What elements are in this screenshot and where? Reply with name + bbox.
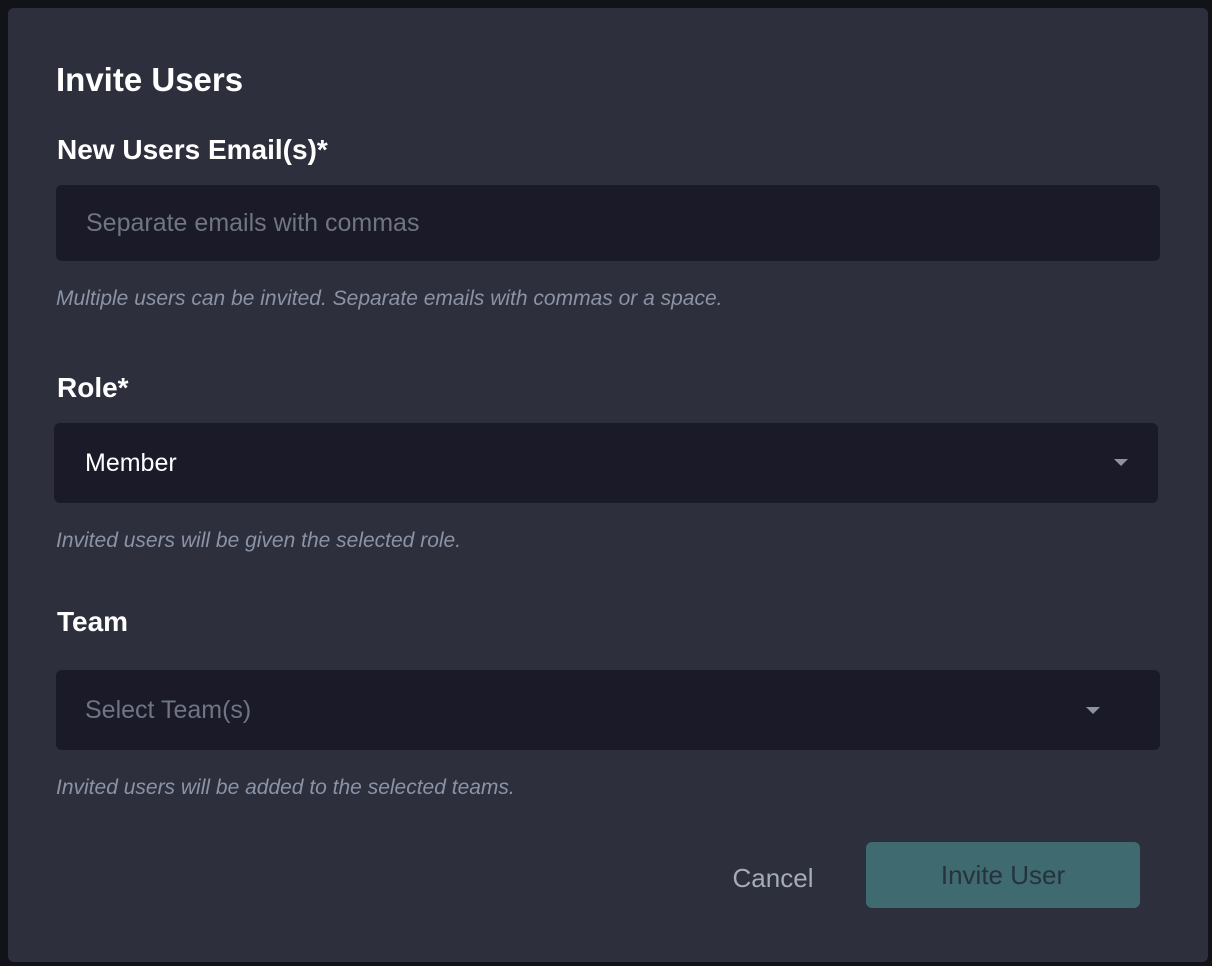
email-input[interactable]: Separate emails with commas <box>56 185 1160 261</box>
caret-down-icon <box>1086 707 1100 714</box>
team-select-placeholder: Select Team(s) <box>85 695 252 724</box>
email-label: New Users Email(s)* <box>57 134 328 165</box>
role-select[interactable]: Member <box>54 423 1158 503</box>
role-selected-value: Member <box>85 448 177 477</box>
email-help-text: Multiple users can be invited. Separate … <box>56 287 723 310</box>
dialog-title: Invite Users <box>56 61 244 98</box>
team-help-text: Invited users will be added to the selec… <box>56 776 515 799</box>
invite-user-button[interactable]: Invite User <box>866 842 1140 908</box>
role-label: Role* <box>57 372 129 403</box>
role-help-text: Invited users will be given the selected… <box>56 529 462 552</box>
team-label: Team <box>57 606 129 637</box>
caret-down-icon <box>1114 459 1128 466</box>
team-select[interactable]: Select Team(s) <box>56 670 1160 750</box>
email-input-placeholder: Separate emails with commas <box>86 208 420 237</box>
invite-users-dialog: Invite Users New Users Email(s)* Separat… <box>8 8 1208 962</box>
cancel-button[interactable]: Cancel <box>720 856 826 900</box>
